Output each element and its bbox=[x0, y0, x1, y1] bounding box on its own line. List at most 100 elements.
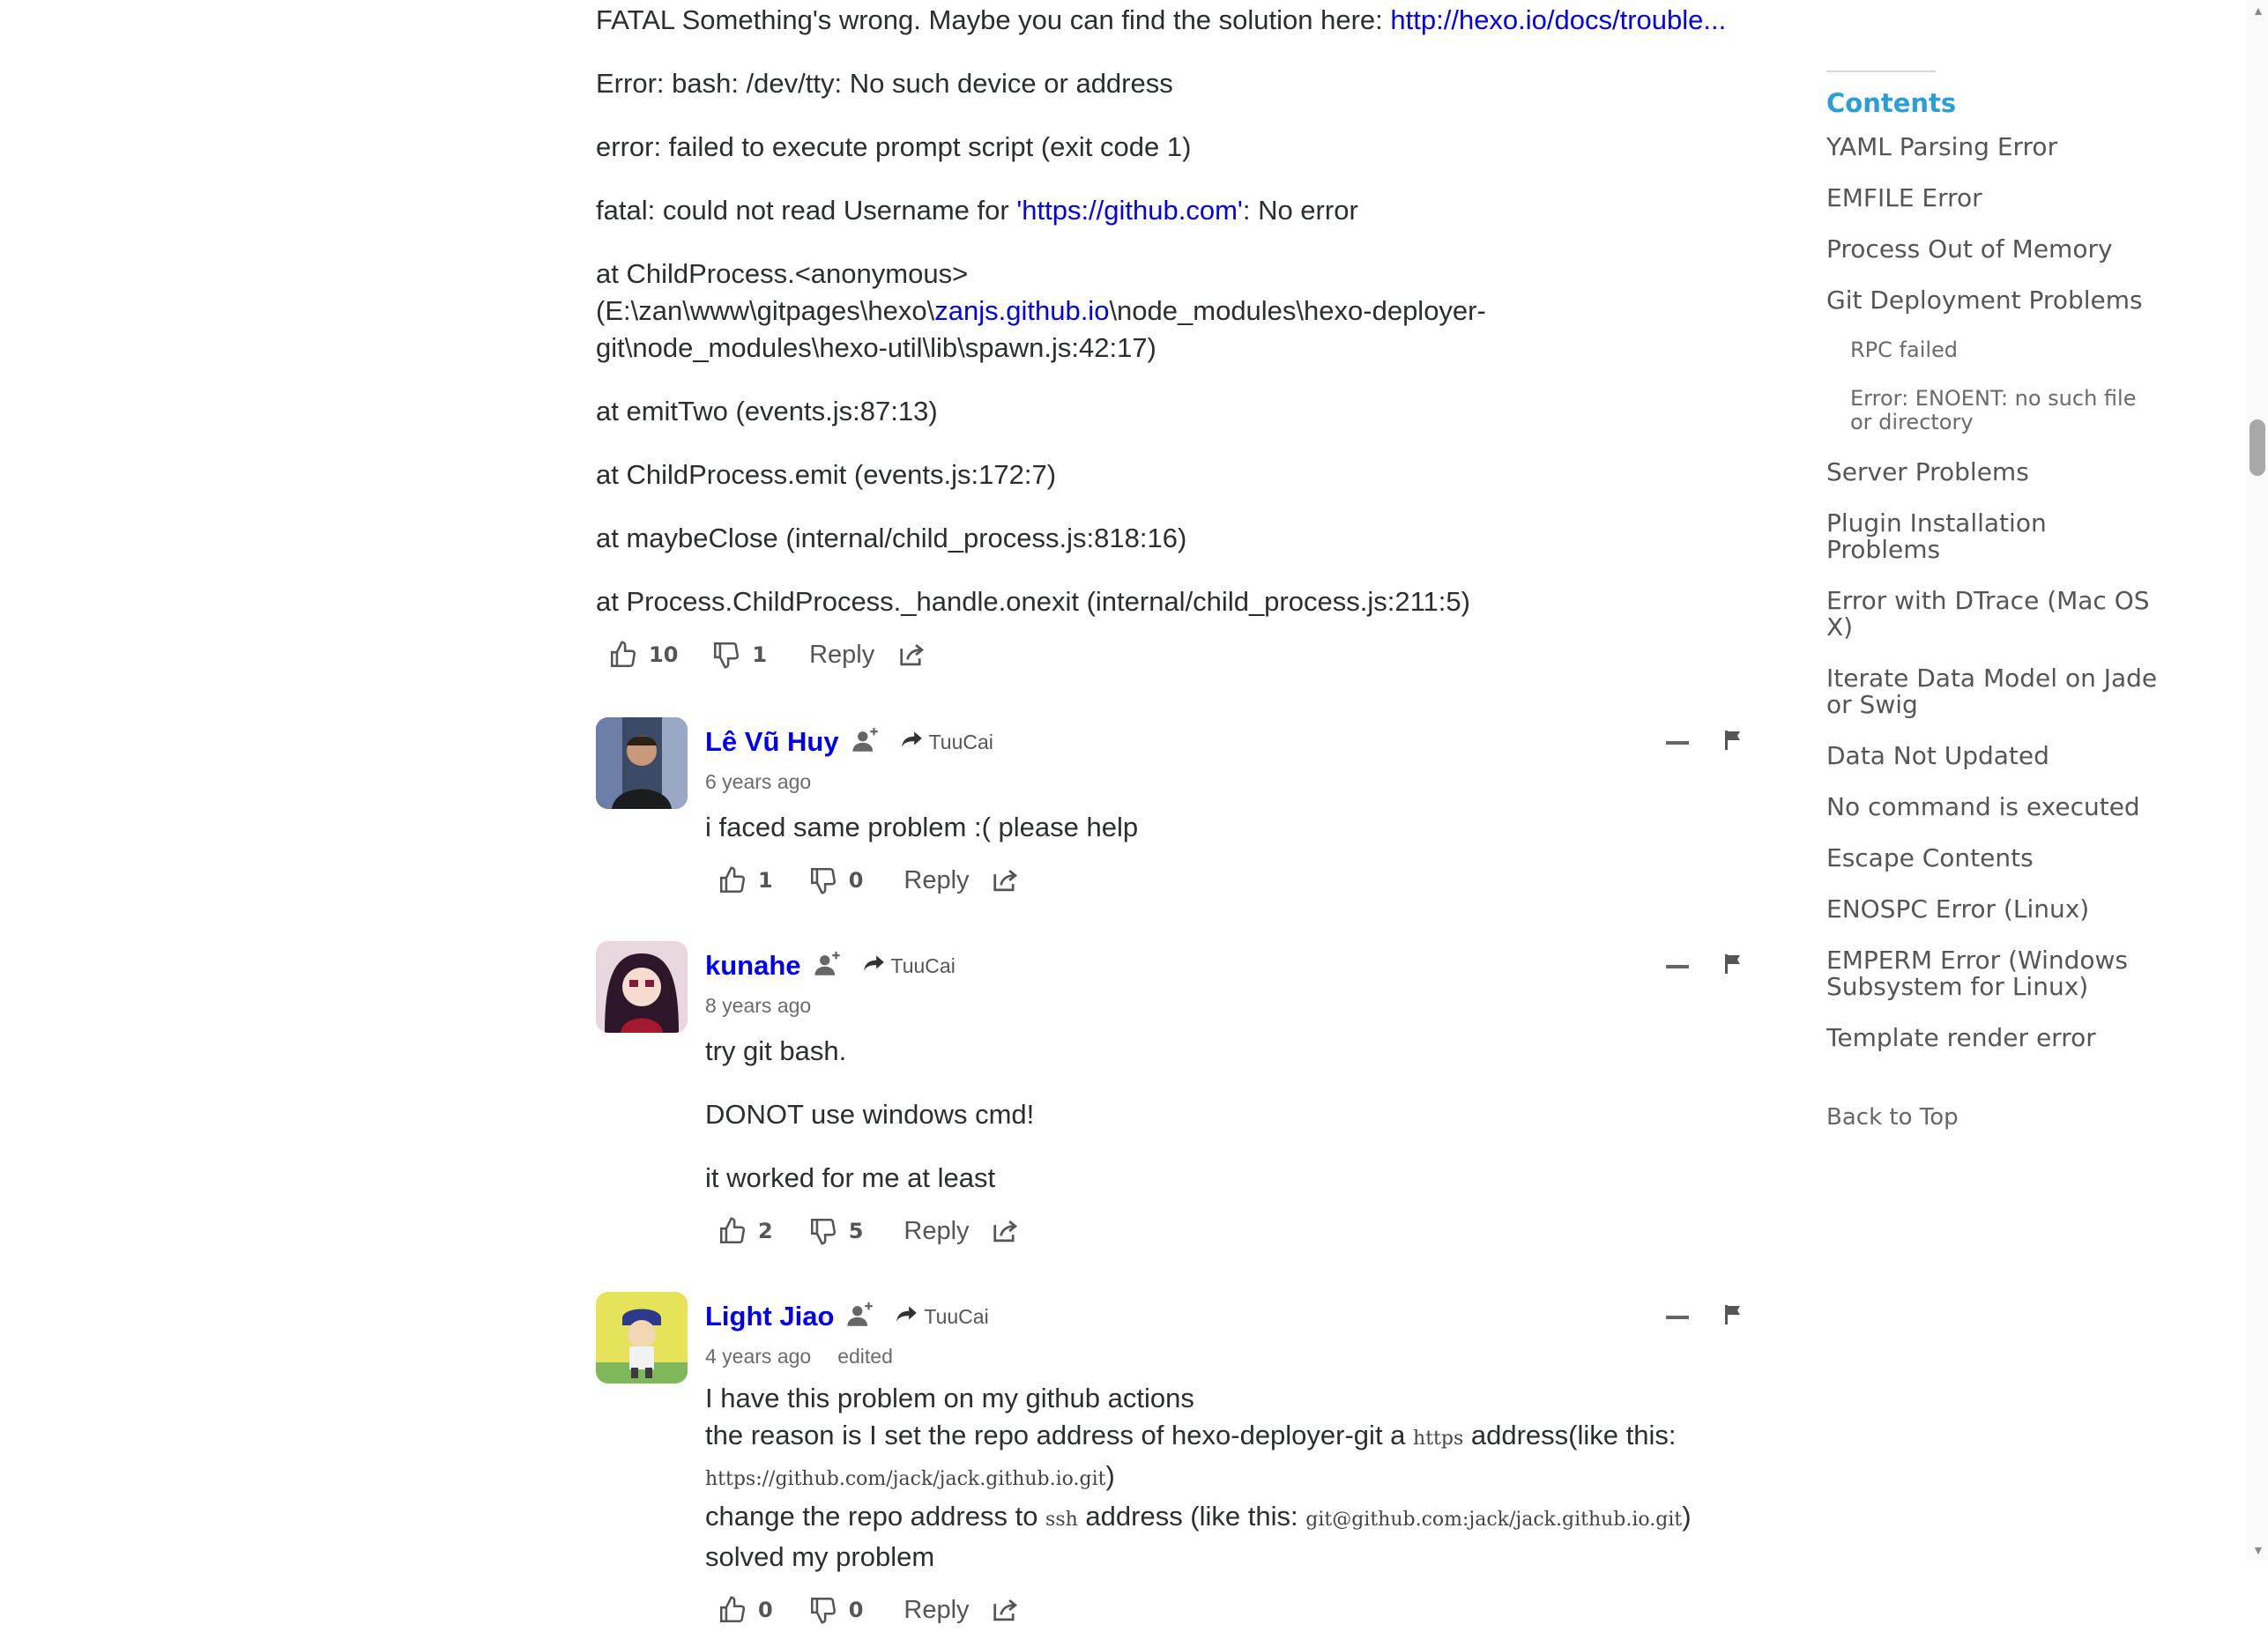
reply-comment: kunahe TuuCai 8 years ago try git bash. … bbox=[596, 941, 1742, 1253]
share-icon[interactable] bbox=[991, 867, 1021, 894]
avatar[interactable] bbox=[596, 1292, 688, 1383]
toc-item[interactable]: No command is executed bbox=[1826, 794, 2161, 820]
arrow-forward-icon bbox=[896, 1304, 918, 1329]
inline-code: https://github.com/jack/jack.github.io.g… bbox=[705, 1468, 1106, 1490]
add-user-icon[interactable] bbox=[814, 949, 844, 983]
inline-code: https bbox=[1413, 1428, 1464, 1450]
toc-item[interactable]: Escape Contents bbox=[1826, 845, 2161, 872]
troubleshooting-link[interactable]: http://hexo.io/docs/trouble... bbox=[1390, 4, 1726, 35]
minus-icon[interactable] bbox=[1666, 1309, 1689, 1324]
comment-meta: 8 years ago bbox=[705, 990, 1742, 1020]
comment-meta: 6 years ago bbox=[705, 767, 1742, 797]
flag-icon[interactable] bbox=[1724, 953, 1742, 979]
comment-controls bbox=[1666, 1292, 1742, 1341]
thumbs-down-icon bbox=[711, 640, 741, 670]
comment-line: change the repo address to ssh address (… bbox=[705, 1501, 1692, 1532]
reply-comment: Light Jiao TuuCai 4 years ago edited I h… bbox=[596, 1292, 1742, 1632]
minus-icon[interactable] bbox=[1666, 734, 1689, 750]
reply-button[interactable]: Reply bbox=[903, 1596, 969, 1625]
author-name[interactable]: Lê Vũ Huy bbox=[705, 726, 839, 758]
via-link[interactable]: TuuCai bbox=[863, 953, 956, 978]
toc-item[interactable]: Error with DTrace (Mac OS X) bbox=[1826, 588, 2161, 641]
add-user-icon[interactable] bbox=[851, 725, 881, 760]
comment-header: kunahe TuuCai bbox=[705, 941, 1742, 990]
downvote-button[interactable]: 5 bbox=[808, 1216, 863, 1246]
avatar[interactable] bbox=[596, 941, 688, 1033]
thumbs-up-icon bbox=[718, 865, 747, 895]
comment-meta: 4 years ago edited bbox=[705, 1341, 1742, 1371]
scrollbar-thumb[interactable] bbox=[2249, 419, 2265, 476]
downvote-button[interactable]: 0 bbox=[808, 1595, 863, 1625]
edited-label: edited bbox=[837, 1344, 893, 1368]
thumbs-down-icon bbox=[808, 1216, 838, 1246]
toc-item[interactable]: EMPERM Error (Windows Subsystem for Linu… bbox=[1826, 947, 2161, 1000]
toc-item[interactable]: EMFILE Error bbox=[1826, 185, 2161, 211]
page-scrollbar[interactable]: ▲ ▼ bbox=[2247, 0, 2268, 1561]
comment-body: i faced same problem :( please help bbox=[705, 809, 1742, 846]
toc-subitem[interactable]: RPC failed bbox=[1826, 338, 2161, 362]
scroll-down-arrow-icon[interactable]: ▼ bbox=[2252, 1543, 2264, 1557]
comment-actions: 0 0 Reply bbox=[705, 1588, 1742, 1632]
comment-line: FATAL Something's wrong. Maybe you can f… bbox=[596, 4, 1727, 35]
table-of-contents: Contents YAML Parsing Error EMFILE Error… bbox=[1826, 70, 2161, 1131]
inline-code: git@github.com:jack/jack.github.io.git bbox=[1305, 1509, 1683, 1531]
author-name[interactable]: Light Jiao bbox=[705, 1301, 834, 1332]
downvote-button[interactable]: 0 bbox=[808, 865, 863, 895]
share-icon[interactable] bbox=[991, 1218, 1021, 1244]
comment-header: Lê Vũ Huy TuuCai bbox=[705, 717, 1742, 767]
thumbs-down-icon bbox=[808, 865, 838, 895]
toc-item[interactable]: Template render error bbox=[1826, 1025, 2161, 1051]
toc-divider bbox=[1826, 70, 1936, 72]
toc-title[interactable]: Contents bbox=[1826, 88, 2161, 118]
toc-item[interactable]: ENOSPC Error (Linux) bbox=[1826, 896, 2161, 923]
share-icon[interactable] bbox=[897, 642, 927, 668]
github-link[interactable]: 'https://github.com' bbox=[1016, 195, 1243, 226]
arrow-forward-icon bbox=[901, 730, 924, 754]
upvote-button[interactable]: 1 bbox=[718, 865, 773, 895]
timestamp[interactable]: 4 years ago bbox=[705, 1345, 811, 1369]
back-to-top-link[interactable]: Back to Top bbox=[1826, 1104, 2161, 1131]
toc-item[interactable]: Process Out of Memory bbox=[1826, 236, 2161, 263]
comment-paragraph: try git bash. bbox=[705, 1035, 847, 1066]
comment-paragraph: i faced same problem :( please help bbox=[705, 812, 1139, 842]
flag-icon[interactable] bbox=[1724, 1304, 1742, 1330]
upvote-button[interactable]: 2 bbox=[718, 1216, 773, 1246]
toc-item[interactable]: YAML Parsing Error bbox=[1826, 134, 2161, 160]
flag-icon[interactable] bbox=[1724, 730, 1742, 755]
comment-line: solved my problem bbox=[705, 1541, 935, 1572]
reply-button[interactable]: Reply bbox=[903, 866, 969, 895]
toc-item[interactable]: Iterate Data Model on Jade or Swig bbox=[1826, 665, 2161, 718]
minus-icon[interactable] bbox=[1666, 958, 1689, 974]
comment-body: try git bash. DONOT use windows cmd! it … bbox=[705, 1033, 1742, 1197]
timestamp[interactable]: 8 years ago bbox=[705, 994, 811, 1018]
reply-button[interactable]: Reply bbox=[903, 1217, 969, 1246]
comment-header: Light Jiao TuuCai bbox=[705, 1292, 1742, 1341]
reply-button[interactable]: Reply bbox=[809, 641, 874, 670]
timestamp[interactable]: 6 years ago bbox=[705, 770, 811, 794]
thumbs-up-icon bbox=[718, 1216, 747, 1246]
share-icon[interactable] bbox=[991, 1597, 1021, 1623]
add-user-icon[interactable] bbox=[846, 1300, 876, 1334]
downvote-button[interactable]: 1 bbox=[711, 640, 767, 670]
arrow-forward-icon bbox=[863, 953, 886, 978]
upvote-button[interactable]: 0 bbox=[718, 1595, 773, 1625]
comment-line: the reason is I set the repo address of … bbox=[705, 1420, 1677, 1450]
toc-item[interactable]: Server Problems bbox=[1826, 459, 2161, 486]
comment-actions: 2 5 Reply bbox=[705, 1209, 1742, 1253]
zanjs-link[interactable]: zanjs.github.io bbox=[934, 295, 1109, 326]
toc-item[interactable]: Data Not Updated bbox=[1826, 743, 2161, 769]
author-name[interactable]: kunahe bbox=[705, 950, 801, 982]
comment-line: I have this problem on my github actions bbox=[705, 1383, 1194, 1413]
scroll-up-arrow-icon[interactable]: ▲ bbox=[2252, 4, 2264, 18]
upvote-button[interactable]: 10 bbox=[608, 640, 678, 670]
via-link[interactable]: TuuCai bbox=[896, 1304, 989, 1329]
via-link[interactable]: TuuCai bbox=[901, 730, 993, 754]
comment-line: at maybeClose (internal/child_process.js… bbox=[596, 523, 1187, 553]
reply-comment: Lê Vũ Huy TuuCai 6 years ago i faced sam… bbox=[596, 717, 1742, 902]
thumbs-up-icon bbox=[608, 640, 638, 670]
comment-line: fatal: could not read Username for 'http… bbox=[596, 195, 1358, 226]
toc-item[interactable]: Plugin Installation Problems bbox=[1826, 510, 2161, 563]
avatar[interactable] bbox=[596, 717, 688, 809]
toc-item[interactable]: Git Deployment Problems bbox=[1826, 287, 2161, 314]
toc-subitem[interactable]: Error: ENOENT: no such file or directory bbox=[1826, 387, 2161, 434]
